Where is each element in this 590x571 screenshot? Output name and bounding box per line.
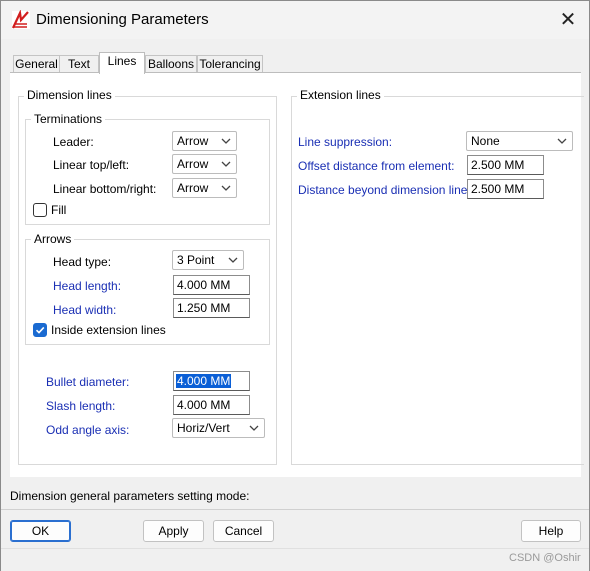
head-type-dropdown[interactable]: 3 Point [172,250,244,270]
bullet-diameter-value: 4.000 MM [176,374,232,388]
slash-length-label: Slash length: [46,399,116,413]
inside-extension-checkbox[interactable] [33,323,47,337]
leader-value: Arrow [177,134,209,148]
line-suppression-dropdown[interactable]: None [466,131,573,151]
inside-extension-label: Inside extension lines [51,323,166,337]
title-bar[interactable]: Dimensioning Parameters ✕ [1,1,589,39]
linear-top-label: Linear top/left: [53,158,130,172]
head-width-value: 1.250 MM [177,301,231,315]
app-icon [12,10,30,29]
linear-top-dropdown[interactable]: Arrow [172,154,237,174]
tab-balloons[interactable]: Balloons [145,55,197,73]
odd-angle-dropdown[interactable]: Horiz/Vert [172,418,265,438]
distance-beyond-input[interactable]: 2.500 MM [467,179,544,199]
head-length-input[interactable]: 4.000 MM [173,275,250,295]
extension-lines-title: Extension lines [297,88,384,102]
help-button[interactable]: Help [521,520,581,542]
chevron-down-icon [249,425,259,431]
chevron-down-icon [221,161,231,167]
distance-beyond-value: 2.500 MM [471,182,525,196]
dialog-title: Dimensioning Parameters [36,11,209,28]
tab-tolerancing[interactable]: Tolerancing [197,55,263,73]
head-type-value: 3 Point [177,253,215,267]
terminations-title: Terminations [31,112,106,126]
footer-bar [1,548,589,571]
fill-checkbox[interactable] [33,203,47,217]
head-length-label: Head length: [53,279,122,293]
chevron-down-icon [221,185,231,191]
linear-bottom-dropdown[interactable]: Arrow [172,178,237,198]
watermark: CSDN @Oshir [509,552,581,564]
close-icon[interactable]: ✕ [553,7,583,33]
chevron-down-icon [228,257,238,263]
odd-angle-value: Horiz/Vert [177,421,230,435]
chevron-down-icon [221,138,231,144]
arrows-title: Arrows [31,232,75,246]
odd-angle-label: Odd angle axis: [46,423,130,437]
head-length-value: 4.000 MM [177,278,231,292]
leader-label: Leader: [53,135,94,149]
chevron-down-icon [557,138,567,144]
checkmark-icon [35,326,45,334]
head-type-label: Head type: [53,255,112,269]
ok-button[interactable]: OK [10,520,71,542]
bullet-diameter-input[interactable]: 4.000 MM [173,371,250,391]
offset-distance-value: 2.500 MM [471,158,525,172]
tab-lines[interactable]: Lines [99,52,145,74]
tab-general[interactable]: General [13,55,60,73]
head-width-label: Head width: [53,303,117,317]
line-suppression-value: None [471,134,500,148]
offset-distance-label: Offset distance from element: [298,159,455,173]
apply-button[interactable]: Apply [143,520,204,542]
distance-beyond-label: Distance beyond dimension line: [298,183,471,197]
line-suppression-label: Line suppression: [298,135,393,149]
bullet-diameter-label: Bullet diameter: [46,375,130,389]
tab-text[interactable]: Text [59,55,99,73]
slash-length-value: 4.000 MM [177,398,231,412]
dimension-lines-title: Dimension lines [24,88,115,102]
cancel-button[interactable]: Cancel [213,520,274,542]
linear-top-value: Arrow [177,157,209,171]
extension-lines-group [291,96,584,465]
fill-label: Fill [51,203,67,217]
linear-bottom-value: Arrow [177,181,209,195]
linear-bottom-label: Linear bottom/right: [53,182,157,196]
divider [1,509,589,510]
dialog-window: Dimensioning Parameters ✕ General Text L… [0,0,590,571]
head-width-input[interactable]: 1.250 MM [173,298,250,318]
offset-distance-input[interactable]: 2.500 MM [467,155,544,175]
leader-dropdown[interactable]: Arrow [172,131,237,151]
status-text: Dimension general parameters setting mod… [10,489,250,503]
slash-length-input[interactable]: 4.000 MM [173,395,250,415]
